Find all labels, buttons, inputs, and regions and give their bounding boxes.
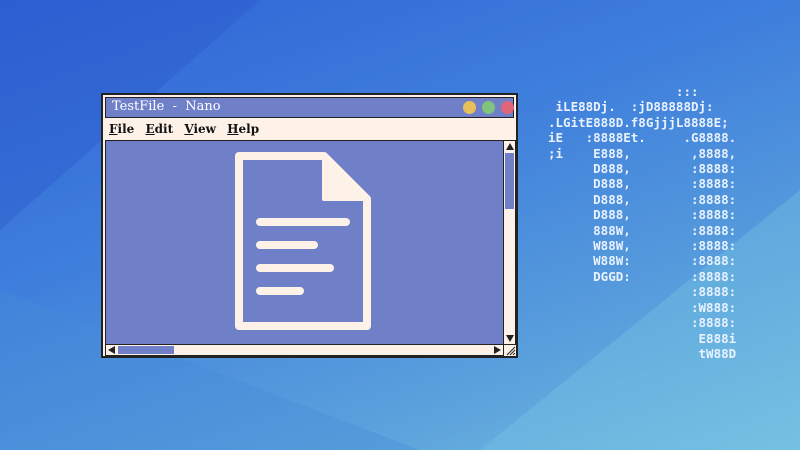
- scroll-right-arrow-icon[interactable]: [494, 346, 501, 354]
- menu-file-label: ile: [117, 122, 135, 136]
- menu-file[interactable]: File: [109, 122, 134, 136]
- menu-file-mnemonic: F: [109, 122, 118, 136]
- menu-view[interactable]: View: [184, 122, 216, 136]
- scroll-up-arrow-icon[interactable]: [506, 143, 514, 150]
- horizontal-scroll-thumb[interactable]: [118, 346, 174, 354]
- horizontal-scrollbar[interactable]: [105, 345, 504, 356]
- nano-window: TestFile - Nano File Edit View Help: [101, 93, 518, 358]
- menu-view-label: iew: [193, 122, 216, 136]
- minimize-button[interactable]: [463, 101, 476, 114]
- menu-help[interactable]: Help: [227, 122, 259, 136]
- menu-edit-label: dit: [154, 122, 174, 136]
- maximize-button[interactable]: [482, 101, 495, 114]
- vertical-scrollbar[interactable]: [504, 140, 516, 345]
- menu-help-label: elp: [238, 122, 260, 136]
- title-bar[interactable]: TestFile - Nano: [105, 97, 514, 118]
- ascii-art-logo: ::: iLE88Dj. :jD88888Dj: .LGitE888D.f8Gj…: [548, 84, 737, 361]
- window-title: TestFile - Nano: [112, 99, 221, 114]
- document-icon: [235, 152, 371, 330]
- editor-area[interactable]: [105, 140, 504, 345]
- resize-grip-icon[interactable]: [504, 345, 516, 356]
- vertical-scroll-thumb[interactable]: [505, 153, 514, 209]
- menu-edit-mnemonic: E: [145, 122, 155, 136]
- menu-help-mnemonic: H: [227, 122, 239, 136]
- menu-bar: File Edit View Help: [109, 122, 266, 136]
- close-button[interactable]: [501, 101, 514, 114]
- menu-edit[interactable]: Edit: [145, 122, 173, 136]
- scroll-left-arrow-icon[interactable]: [108, 346, 115, 354]
- scroll-down-arrow-icon[interactable]: [506, 335, 514, 342]
